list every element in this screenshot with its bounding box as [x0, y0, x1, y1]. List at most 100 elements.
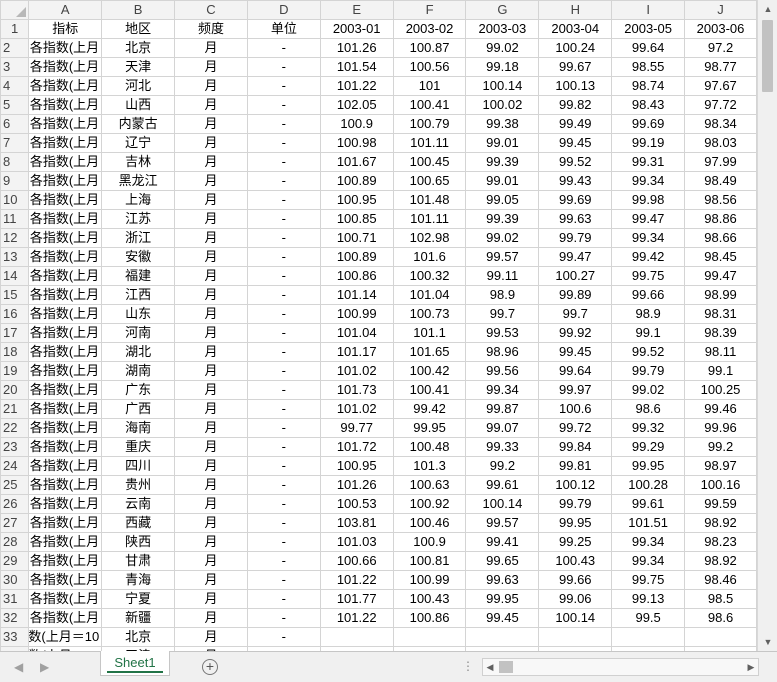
cell-e[interactable]: 101.22 [319, 76, 394, 96]
cell-i[interactable]: 99.02 [611, 380, 686, 400]
row-header[interactable]: 33 [0, 627, 30, 647]
cell-c[interactable]: 月 [174, 247, 248, 267]
cell-d[interactable]: - [246, 57, 321, 77]
cell-d[interactable]: - [246, 114, 321, 134]
cell-a[interactable]: 各指数(上月 [28, 228, 103, 248]
cell-j[interactable]: 99.1 [684, 361, 757, 381]
cell-a[interactable]: 各指数(上月 [28, 551, 103, 571]
cell-c[interactable]: 月 [174, 152, 248, 172]
cell-c[interactable]: 月 [174, 513, 248, 533]
tab-sheet1[interactable]: Sheet1 [100, 651, 170, 676]
cell-c[interactable]: 月 [174, 285, 248, 305]
cell-h[interactable]: 100.24 [538, 38, 613, 58]
cell-d[interactable]: - [246, 418, 321, 438]
cell-e[interactable]: 100.89 [319, 247, 394, 267]
cell-g[interactable]: 99.57 [465, 247, 540, 267]
cell-i[interactable]: 99.13 [611, 589, 686, 609]
cell-h[interactable]: 100.12 [538, 475, 613, 495]
cell-c[interactable]: 月 [174, 323, 248, 343]
cell-b[interactable]: 安徽 [101, 247, 176, 267]
cell-j[interactable]: 98.92 [684, 551, 757, 571]
cell-b[interactable]: 辽宁 [101, 133, 176, 153]
cell-d[interactable]: - [246, 513, 321, 533]
cell-f[interactable]: 101.65 [392, 342, 467, 362]
cell-f[interactable]: 100.42 [392, 361, 467, 381]
cell-h[interactable]: 99.06 [538, 589, 613, 609]
cell-h[interactable]: 99.25 [538, 532, 613, 552]
cell-e[interactable]: 102.05 [319, 95, 394, 115]
cell-j[interactable]: 98.5 [684, 589, 757, 609]
cell-i[interactable]: 99.47 [611, 209, 686, 229]
cell-c[interactable]: 月 [174, 38, 248, 58]
cell[interactable]: 2003-05 [611, 19, 686, 39]
cell-b[interactable]: 甘肃 [101, 551, 176, 571]
column-header-h[interactable]: H [538, 0, 613, 20]
cell-b[interactable]: 上海 [101, 190, 176, 210]
cell-e[interactable]: 100.9 [319, 114, 394, 134]
row-header[interactable]: 27 [0, 513, 30, 533]
cell-b[interactable]: 西藏 [101, 513, 176, 533]
cell-j[interactable]: 97.72 [684, 95, 757, 115]
cell-a[interactable]: 各指数(上月 [28, 323, 103, 343]
cell-c[interactable]: 月 [174, 76, 248, 96]
cell-d[interactable]: - [246, 399, 321, 419]
vertical-scrollbar[interactable]: ▲ ▼ [757, 0, 777, 651]
cell-f[interactable]: 100.48 [392, 437, 467, 457]
row-header[interactable]: 32 [0, 608, 30, 628]
cell-a[interactable]: 数(上月＝10 [28, 627, 103, 647]
cell-d[interactable]: - [246, 285, 321, 305]
cell-g[interactable]: 99.95 [465, 589, 540, 609]
cell-e[interactable]: 101.77 [319, 589, 394, 609]
cell-a[interactable]: 各指数(上月 [28, 494, 103, 514]
cell-f[interactable]: 100.92 [392, 494, 467, 514]
horizontal-scrollbar[interactable]: ◀ ▶ [482, 658, 759, 676]
column-header-c[interactable]: C [174, 0, 248, 20]
cell-j[interactable]: 99.46 [684, 399, 757, 419]
cell-i[interactable]: 99.64 [611, 38, 686, 58]
cell-c[interactable]: 月 [174, 532, 248, 552]
row-header[interactable]: 6 [0, 114, 30, 134]
cell[interactable]: 地区 [101, 19, 176, 39]
cell-h[interactable]: 100.27 [538, 266, 613, 286]
cell-h[interactable]: 99.45 [538, 133, 613, 153]
cell-b[interactable]: 重庆 [101, 437, 176, 457]
cell-e[interactable]: 101.22 [319, 608, 394, 628]
row-header[interactable]: 19 [0, 361, 30, 381]
cell-b[interactable]: 山西 [101, 95, 176, 115]
cell-e[interactable]: 101.73 [319, 380, 394, 400]
cell-f[interactable]: 100.56 [392, 57, 467, 77]
cell-g[interactable]: 99.63 [465, 570, 540, 590]
cell-h[interactable]: 99.64 [538, 361, 613, 381]
cell-g[interactable]: 99.07 [465, 418, 540, 438]
cell-d[interactable]: - [246, 266, 321, 286]
cell-e[interactable]: 101.17 [319, 342, 394, 362]
cell-i[interactable]: 98.9 [611, 304, 686, 324]
row-header[interactable]: 9 [0, 171, 30, 191]
cell-e[interactable]: 101.26 [319, 475, 394, 495]
row-header[interactable]: 29 [0, 551, 30, 571]
cell-i[interactable]: 101.51 [611, 513, 686, 533]
cell-f[interactable]: 100.65 [392, 171, 467, 191]
cell-h[interactable]: 99.95 [538, 513, 613, 533]
row-header[interactable]: 3 [0, 57, 30, 77]
cell-d[interactable]: - [246, 342, 321, 362]
cell-d[interactable]: - [246, 627, 321, 647]
cell-c[interactable]: 月 [174, 608, 248, 628]
row-header[interactable]: 10 [0, 190, 30, 210]
cell-g[interactable]: 99.45 [465, 608, 540, 628]
column-header-b[interactable]: B [101, 0, 176, 20]
cell-h[interactable]: 99.7 [538, 304, 613, 324]
cell-i[interactable]: 98.55 [611, 57, 686, 77]
cell-a[interactable]: 各指数(上月 [28, 76, 103, 96]
cell-e[interactable]: 99.77 [319, 418, 394, 438]
cell-i[interactable]: 99.75 [611, 570, 686, 590]
row-header[interactable]: 14 [0, 266, 30, 286]
cell-e[interactable]: 101.54 [319, 57, 394, 77]
column-header-e[interactable]: E [319, 0, 394, 20]
cell-i[interactable]: 98.74 [611, 76, 686, 96]
cell-f[interactable]: 100.79 [392, 114, 467, 134]
cell-b[interactable]: 陕西 [101, 532, 176, 552]
cell-i[interactable] [611, 627, 686, 647]
cell[interactable]: 2003-04 [538, 19, 613, 39]
cell-h[interactable]: 99.79 [538, 228, 613, 248]
